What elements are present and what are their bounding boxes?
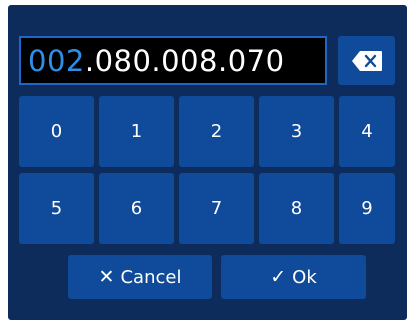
- ok-button[interactable]: ✓ Ok: [221, 255, 366, 299]
- cancel-button[interactable]: ✕ Cancel: [68, 255, 212, 299]
- backspace-button[interactable]: [338, 36, 395, 85]
- ok-label: Ok: [292, 266, 317, 288]
- key-7[interactable]: 7: [179, 173, 254, 244]
- ip-address-display: 002.080.008.070: [19, 36, 327, 85]
- key-0[interactable]: 0: [19, 96, 94, 167]
- cross-icon: ✕: [98, 265, 115, 288]
- key-1[interactable]: 1: [99, 96, 174, 167]
- key-5[interactable]: 5: [19, 173, 94, 244]
- key-3[interactable]: 3: [259, 96, 334, 167]
- key-9[interactable]: 9: [339, 173, 395, 244]
- check-icon: ✓: [270, 265, 287, 288]
- backspace-icon: [351, 50, 383, 72]
- remaining-address: .080.008.070: [84, 43, 285, 78]
- entered-digits: 002: [28, 43, 85, 78]
- key-6[interactable]: 6: [99, 173, 174, 244]
- key-8[interactable]: 8: [259, 173, 334, 244]
- cancel-label: Cancel: [120, 266, 182, 288]
- key-4[interactable]: 4: [339, 96, 395, 167]
- key-2[interactable]: 2: [179, 96, 254, 167]
